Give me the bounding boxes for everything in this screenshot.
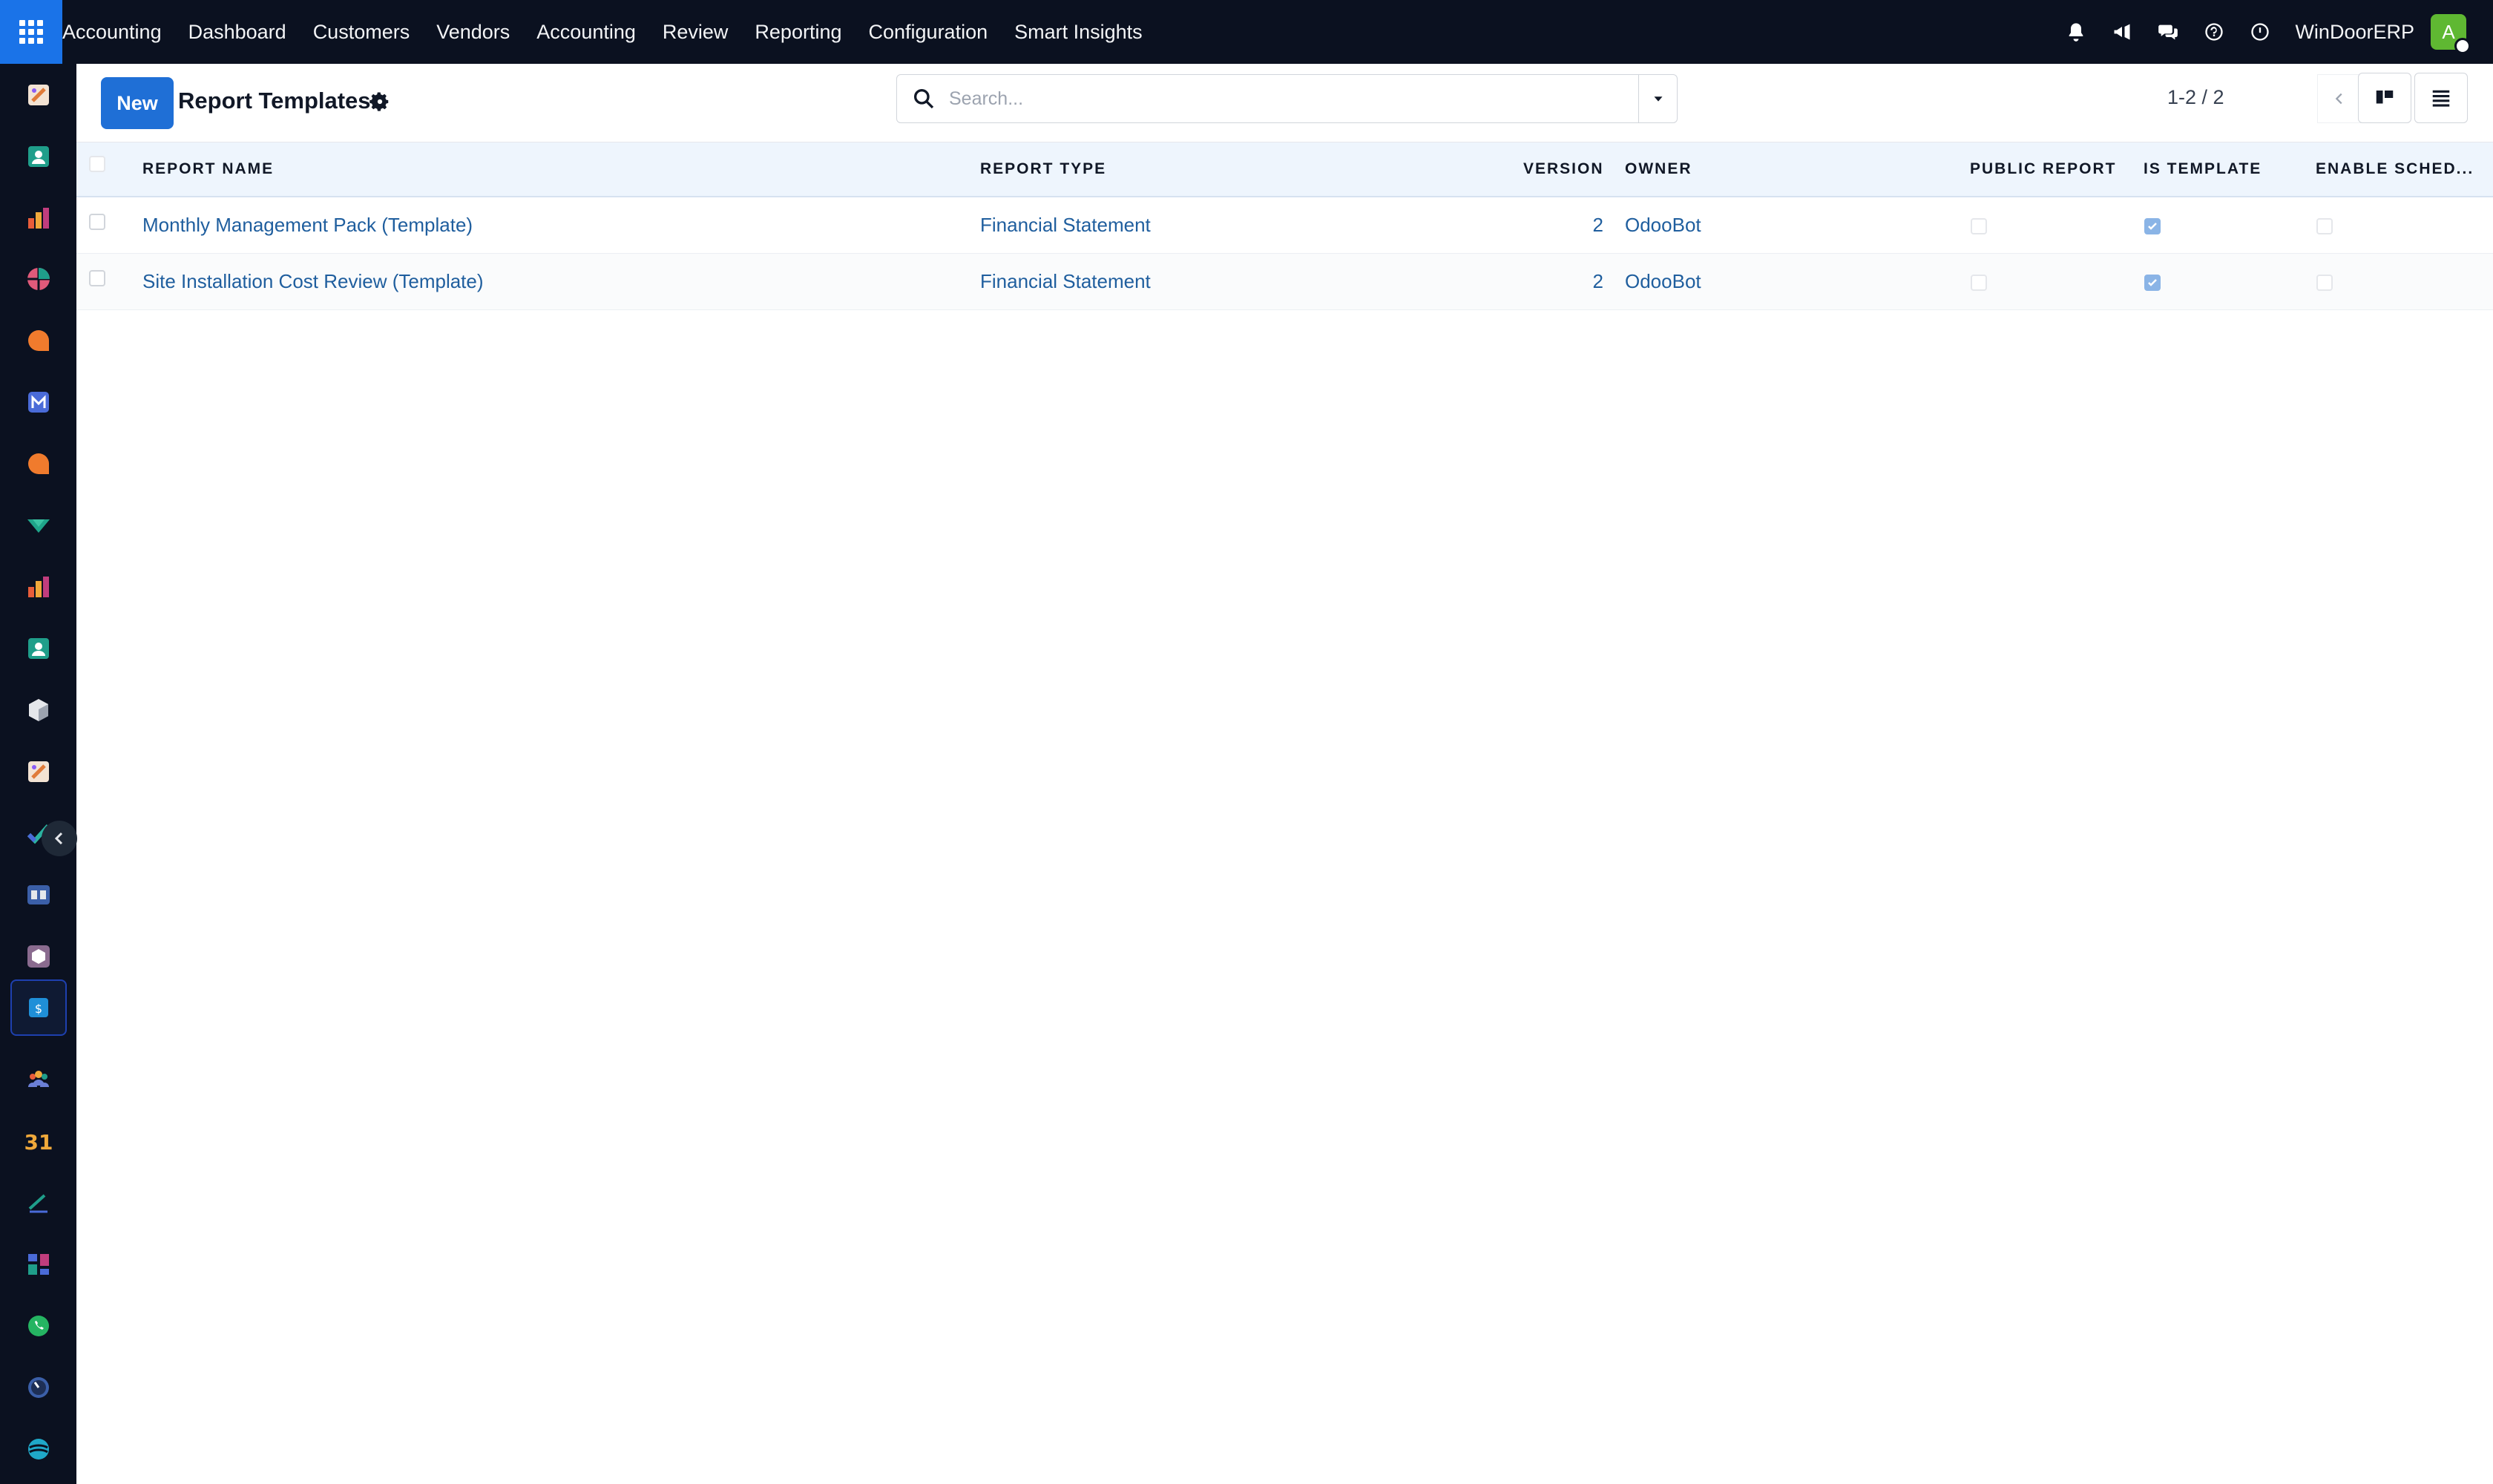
sidebar-collapse-button[interactable] [42,821,77,856]
list-icon [2432,90,2450,107]
avatar-letter: A [2442,20,2455,43]
checkmark-icon [2148,223,2157,230]
column-report-type[interactable]: REPORT TYPE [980,160,1106,178]
whatsapp-app-icon[interactable] [22,1310,55,1342]
table-header: REPORT NAME REPORT TYPE VERSION OWNER PU… [76,142,2493,197]
table-row[interactable]: Site Installation Cost Review (Template)… [76,254,2493,310]
discuss-app-icon[interactable] [22,324,55,357]
table-row[interactable]: Monthly Management Pack (Template) Finan… [76,197,2493,254]
report-name[interactable]: Monthly Management Pack (Template) [142,214,473,237]
bell-icon[interactable] [2065,21,2087,43]
dashboards-app-icon[interactable] [22,1248,55,1281]
report-owner[interactable]: OdooBot [1625,214,1701,237]
calendar-day-label: 31 [25,1130,52,1155]
website-app-icon[interactable] [22,940,55,973]
new-button[interactable]: New [101,77,174,129]
app-sidebar: $ 31 [0,64,77,1484]
accounting-app-icon[interactable] [22,79,55,111]
gear-icon[interactable] [369,91,391,113]
menu-reporting[interactable]: Reporting [755,21,841,44]
report-type[interactable]: Financial Statement [980,270,1151,293]
list-view-button[interactable] [2414,73,2468,123]
chat-icon[interactable] [2157,21,2179,43]
search-icon [914,89,934,109]
chevron-left-icon [54,832,63,845]
kanban-icon [2376,91,2394,104]
app-switcher-button[interactable] [0,0,62,64]
report-name[interactable]: Site Installation Cost Review (Template) [142,270,484,293]
search-input[interactable] [949,84,1602,114]
report-type[interactable]: Financial Statement [980,214,1151,237]
odoo-app-icon[interactable] [22,1433,55,1465]
is-template-checkbox [2144,275,2161,291]
column-public-report[interactable]: PUBLIC REPORT [1970,160,2117,178]
invoicing-app-icon[interactable] [22,755,55,788]
top-navbar: Accounting Dashboard Customers Vendors A… [0,0,2493,64]
accounting-reports-app-icon[interactable]: $ [10,979,67,1036]
dashboard-app-icon[interactable] [22,263,55,295]
select-all-checkbox[interactable] [89,156,105,172]
public-report-checkbox [1971,218,1987,234]
grid-icon [19,20,43,44]
column-enable-schedule[interactable]: ENABLE SCHED... [2316,160,2474,178]
email-marketing-app-icon[interactable] [22,386,55,418]
public-report-checkbox [1971,275,1987,291]
menu-accounting[interactable]: Accounting [536,21,636,44]
company-name[interactable]: WinDoorERP [2295,21,2414,44]
report-version: 2 [1592,270,1603,292]
pager-previous-button[interactable] [2317,74,2362,123]
systray: WinDoorERP A [2065,0,2493,64]
avatar[interactable]: A [2431,14,2471,54]
checkmark-icon [2148,279,2157,286]
is-template-checkbox [2144,218,2161,234]
menu-smart-insights[interactable]: Smart Insights [1014,21,1143,44]
column-is-template[interactable]: IS TEMPLATE [2144,160,2262,178]
search-bar [896,74,1678,123]
column-owner[interactable]: OWNER [1625,160,1692,178]
report-owner[interactable]: OdooBot [1625,270,1701,293]
inventory-app-icon[interactable] [22,694,55,726]
menu-app-name[interactable]: Accounting [62,21,162,44]
enable-schedule-checkbox [2316,275,2333,291]
employees-app-icon[interactable] [22,632,55,665]
enable-schedule-checkbox [2316,218,2333,234]
menu-review[interactable]: Review [663,21,729,44]
menu-dashboard[interactable]: Dashboard [188,21,286,44]
sign-app-icon[interactable] [22,1186,55,1219]
svg-text:$: $ [35,1002,42,1016]
report-templates-table: REPORT NAME REPORT TYPE VERSION OWNER PU… [76,142,2493,310]
megaphone-icon[interactable] [2111,21,2133,43]
row-select-checkbox[interactable] [89,270,105,286]
menu-customers[interactable]: Customers [313,21,410,44]
menu-vendors[interactable]: Vendors [436,21,510,44]
livechat-app-icon[interactable] [22,447,55,480]
menu-configuration[interactable]: Configuration [869,21,988,44]
caret-down-icon [1654,96,1662,102]
knowledge-app-icon[interactable] [22,879,55,911]
row-select-checkbox[interactable] [89,214,105,230]
reporting-app-icon[interactable] [22,202,55,234]
report-version: 2 [1592,214,1603,236]
control-panel: New Report Templates 1-2 / 2 [76,64,2493,142]
team-app-icon[interactable] [22,1063,55,1096]
column-version[interactable]: VERSION [1523,160,1603,178]
pager-value[interactable]: 1-2 / 2 [2167,86,2224,109]
help-icon[interactable] [2203,21,2225,43]
main-menu: Accounting Dashboard Customers Vendors A… [62,0,1169,64]
column-report-name[interactable]: REPORT NAME [142,160,274,178]
reports-app-icon[interactable] [22,571,55,603]
timer-app-icon[interactable] [22,1371,55,1404]
calendar-app-icon[interactable]: 31 [22,1125,55,1158]
kanban-view-button[interactable] [2358,73,2411,123]
chevron-left-icon [2335,93,2342,105]
status-dot [2454,38,2471,54]
contacts-app-icon[interactable] [22,140,55,173]
page-title: Report Templates [178,88,371,114]
clock-icon[interactable] [2249,21,2271,43]
project-app-icon[interactable] [22,509,55,542]
search-options-toggle[interactable] [1638,75,1677,122]
